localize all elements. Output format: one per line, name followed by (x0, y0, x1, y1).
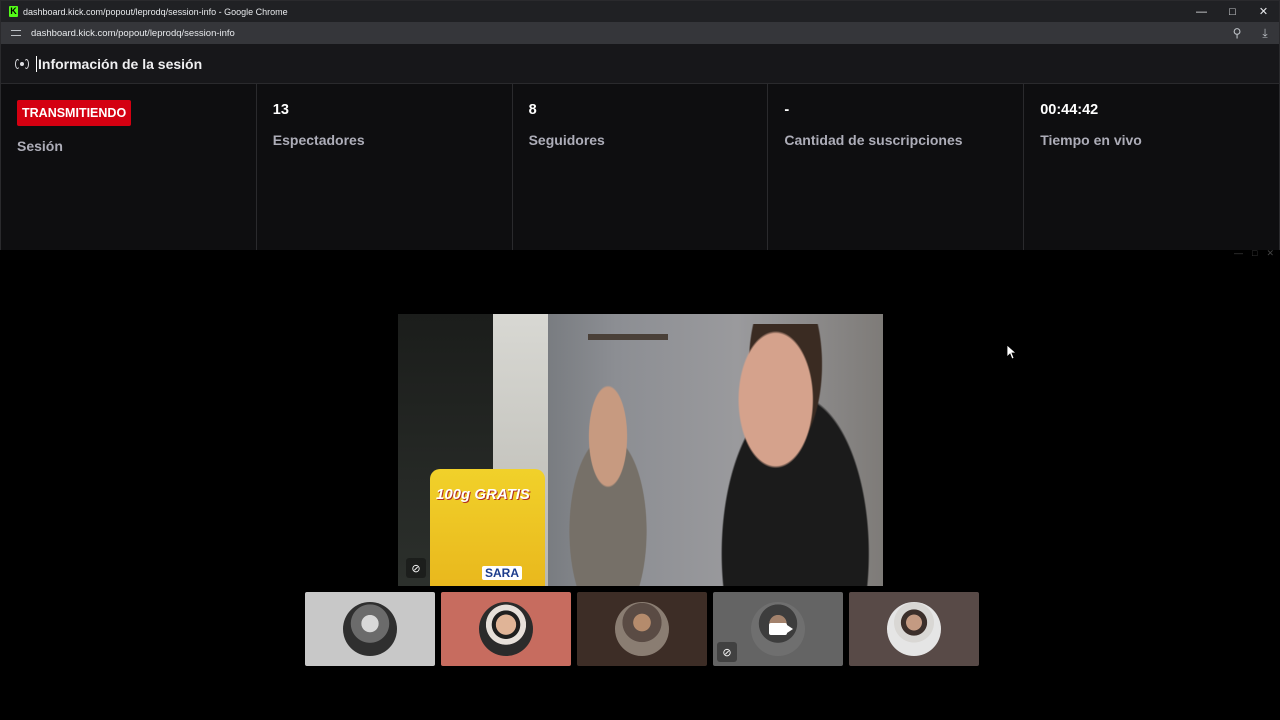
stat-subscriptions: - Cantidad de suscripciones (768, 84, 1025, 250)
avatar (479, 602, 533, 656)
live-status-badge: TRANSMITIENDO (17, 100, 132, 126)
participant-tile[interactable] (849, 592, 979, 666)
maximize-icon: □ (1229, 5, 1236, 18)
maximize-button[interactable]: □ (1217, 1, 1248, 22)
bag-promo-text: 100g GRATIS (436, 486, 530, 503)
participant-tile[interactable] (577, 592, 707, 666)
page-title: Información de la sesión (36, 55, 203, 72)
stat-value: 8 (528, 102, 537, 118)
stat-label: Espectadores (272, 132, 365, 148)
address-bar: dashboard.kick.com/popout/leprodq/sessio… (1, 22, 1279, 44)
stat-session: TRANSMITIENDO Sesión (1, 84, 257, 250)
window-title: dashboard.kick.com/popout/leprodq/sessio… (23, 6, 288, 17)
maximize-icon[interactable]: □ (1252, 248, 1257, 259)
main-video-feed[interactable]: 100g GRATIS SARA ⊘ (398, 314, 883, 586)
stat-label: Cantidad de suscripciones (784, 132, 963, 148)
broadcast-icon (15, 58, 29, 69)
address-bar-actions: ⚲ ⤓ (1229, 22, 1273, 44)
minimize-icon[interactable]: — (1234, 248, 1243, 259)
download-icon[interactable]: ⤓ (1257, 26, 1273, 41)
video-person (688, 324, 883, 586)
participant-tile[interactable] (305, 592, 435, 666)
bag-brand-text: SARA (482, 566, 523, 580)
video-person (548, 384, 668, 586)
mic-off-icon: ⊘ (406, 558, 426, 578)
close-icon[interactable]: ✕ (1266, 248, 1274, 259)
minimize-button[interactable]: — (1186, 1, 1217, 22)
avatar (751, 602, 805, 656)
avatar (343, 602, 397, 656)
stat-value: 00:44:42 (1040, 102, 1099, 118)
close-button[interactable]: ✕ (1248, 1, 1279, 22)
url-text[interactable]: dashboard.kick.com/popout/leprodq/sessio… (31, 28, 235, 39)
window-titlebar[interactable]: K dashboard.kick.com/popout/leprodq/sess… (1, 1, 1279, 22)
stat-label: Seguidores (528, 132, 605, 148)
site-settings-icon[interactable] (11, 28, 23, 38)
minimize-icon: — (1196, 5, 1207, 18)
session-stats: TRANSMITIENDO Sesión 13 Espectadores 8 S… (1, 84, 1279, 250)
avatar (615, 602, 669, 656)
stat-live-time: 00:44:42 Tiempo en vivo (1024, 84, 1279, 250)
camera-icon (769, 623, 793, 635)
mic-off-icon: ⊘ (717, 642, 737, 662)
kick-favicon-icon: K (9, 6, 18, 17)
stat-label: Sesión (17, 138, 63, 154)
participant-tile[interactable]: ⊘ (713, 592, 843, 666)
close-icon: ✕ (1258, 6, 1269, 18)
session-header: Información de la sesión (1, 44, 1279, 84)
window-controls: — □ ✕ (1186, 1, 1279, 22)
call-window-controls: — □ ✕ (1234, 248, 1274, 259)
participant-tile[interactable] (441, 592, 571, 666)
avatar (887, 602, 941, 656)
stat-value: 13 (272, 102, 289, 118)
zoom-icon[interactable]: ⚲ (1229, 26, 1245, 40)
stat-followers: 8 Seguidores (513, 84, 769, 250)
stat-value: - (784, 102, 790, 118)
browser-popup-window: K dashboard.kick.com/popout/leprodq/sess… (0, 0, 1280, 250)
participant-strip: ⊘ (305, 592, 979, 666)
stat-label: Tiempo en vivo (1040, 132, 1142, 148)
stat-viewers: 13 Espectadores (257, 84, 513, 250)
